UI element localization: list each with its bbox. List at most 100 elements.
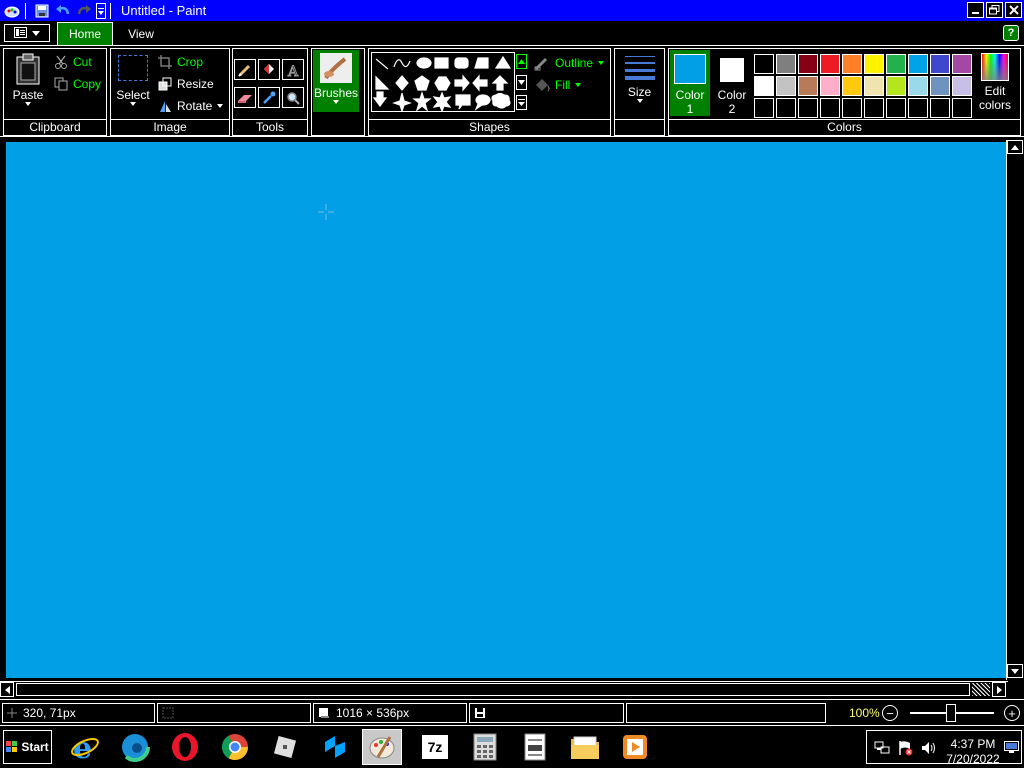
resize-button[interactable]: Resize	[158, 77, 214, 91]
zoom-slider-thumb[interactable]	[946, 704, 956, 722]
custom-color-slot[interactable]	[886, 98, 906, 118]
help-button[interactable]: ?	[1003, 25, 1019, 41]
customize-quick-access-icon[interactable]	[96, 2, 106, 19]
zoom-out-button[interactable]: −	[882, 705, 898, 721]
custom-color-slot[interactable]	[820, 98, 840, 118]
scroll-up-button[interactable]	[1007, 140, 1023, 154]
paste-button[interactable]: Paste	[8, 53, 48, 113]
copy-button[interactable]: Copy	[54, 77, 101, 91]
drawing-canvas[interactable]	[6, 142, 1006, 678]
edge-browser-icon[interactable]	[115, 729, 155, 765]
redo-icon[interactable]	[75, 2, 93, 20]
palette-swatch[interactable]	[930, 76, 950, 96]
cut-button[interactable]: Cut	[54, 55, 92, 69]
tab-view[interactable]: View	[118, 22, 164, 45]
palette-swatch[interactable]	[908, 76, 928, 96]
size-button[interactable]: Size	[617, 53, 662, 113]
canvas-size: 1016 × 536px	[313, 703, 467, 723]
calculator-icon[interactable]	[465, 729, 505, 765]
palette-swatch[interactable]	[952, 76, 972, 96]
palette-swatch[interactable]	[864, 76, 884, 96]
file-menu-button[interactable]	[4, 24, 50, 42]
text-tool[interactable]: A	[282, 59, 304, 80]
magnifier-tool[interactable]	[282, 87, 304, 108]
roblox-icon[interactable]	[265, 729, 305, 765]
palette-swatch[interactable]	[754, 54, 774, 74]
brushes-button[interactable]: Brushes	[313, 50, 359, 112]
custom-color-slot[interactable]	[798, 98, 818, 118]
palette-swatch[interactable]	[754, 76, 774, 96]
tab-home[interactable]: Home	[57, 22, 113, 45]
edit-colors-button[interactable]: Edit colors	[975, 53, 1015, 115]
minimize-button[interactable]	[967, 2, 984, 18]
start-button[interactable]: Start	[3, 730, 52, 764]
palette-swatch[interactable]	[798, 76, 818, 96]
pencil-icon	[238, 64, 251, 77]
custom-color-slot[interactable]	[754, 98, 774, 118]
scroll-down-button[interactable]	[1007, 664, 1023, 678]
color2-button[interactable]: Color 2	[712, 50, 752, 116]
restore-button[interactable]	[986, 2, 1003, 18]
shapes-gallery[interactable]	[371, 52, 515, 113]
pencil-tool[interactable]	[234, 59, 256, 80]
shapes-expand[interactable]	[516, 95, 527, 110]
paint-taskbar-icon[interactable]	[362, 729, 402, 765]
horizontal-scrollbar[interactable]	[0, 681, 1008, 697]
custom-color-slot[interactable]	[776, 98, 796, 118]
fill-tool[interactable]	[258, 59, 280, 80]
close-button[interactable]	[1005, 2, 1022, 18]
image-group-label: Image	[111, 119, 229, 135]
network-icon[interactable]	[874, 741, 890, 755]
palette-swatch[interactable]	[886, 54, 906, 74]
palette-swatch[interactable]	[798, 54, 818, 74]
canvas-resize-grip[interactable]	[972, 683, 990, 696]
outline-button[interactable]: Outline	[534, 55, 605, 71]
custom-color-slot[interactable]	[908, 98, 928, 118]
color-picker-tool[interactable]	[258, 87, 280, 108]
palette-swatch[interactable]	[908, 54, 928, 74]
horizontal-scroll-thumb[interactable]	[16, 683, 970, 696]
roblox-studio-icon[interactable]	[315, 729, 355, 765]
action-center-flag-icon[interactable]	[897, 740, 913, 756]
paint-app-icon[interactable]	[3, 2, 21, 20]
fill-button[interactable]: Fill	[534, 77, 582, 93]
scroll-right-button[interactable]	[992, 682, 1006, 697]
7zip-icon[interactable]: 7z	[415, 729, 455, 765]
custom-color-slot[interactable]	[952, 98, 972, 118]
scroll-left-button[interactable]	[0, 682, 14, 697]
shapes-scroll-up[interactable]	[516, 54, 527, 69]
file-explorer-icon[interactable]	[565, 729, 605, 765]
palette-swatch[interactable]	[820, 76, 840, 96]
clock[interactable]: 4:37 PM 7/20/2022	[943, 737, 1003, 767]
select-button[interactable]: Select	[115, 55, 151, 115]
custom-color-slot[interactable]	[930, 98, 950, 118]
save-icon[interactable]	[33, 2, 51, 20]
opera-browser-icon[interactable]	[165, 729, 205, 765]
rotate-button[interactable]: Rotate	[158, 99, 224, 113]
undo-icon[interactable]	[54, 2, 72, 20]
vertical-scrollbar[interactable]	[1006, 140, 1023, 680]
palette-swatch[interactable]	[864, 54, 884, 74]
color1-button[interactable]: Color 1	[670, 50, 710, 116]
crop-button[interactable]: Crop	[158, 55, 203, 69]
palette-swatch[interactable]	[952, 54, 972, 74]
paste-icon	[16, 53, 40, 85]
palette-swatch[interactable]	[886, 76, 906, 96]
zoom-in-button[interactable]: +	[1004, 705, 1020, 721]
wordpad-icon[interactable]	[515, 729, 555, 765]
palette-swatch[interactable]	[776, 54, 796, 74]
palette-swatch[interactable]	[930, 54, 950, 74]
media-player-icon[interactable]	[615, 729, 655, 765]
custom-color-slot[interactable]	[864, 98, 884, 118]
palette-swatch[interactable]	[842, 76, 862, 96]
internet-explorer-icon[interactable]: e	[65, 729, 105, 765]
palette-swatch[interactable]	[776, 76, 796, 96]
eraser-tool[interactable]	[234, 87, 256, 108]
palette-swatch[interactable]	[820, 54, 840, 74]
volume-icon[interactable]	[921, 741, 937, 755]
show-desktop-icon[interactable]	[1004, 741, 1019, 754]
custom-color-slot[interactable]	[842, 98, 862, 118]
chrome-browser-icon[interactable]	[215, 729, 255, 765]
shapes-scroll-down[interactable]	[516, 75, 527, 90]
palette-swatch[interactable]	[842, 54, 862, 74]
